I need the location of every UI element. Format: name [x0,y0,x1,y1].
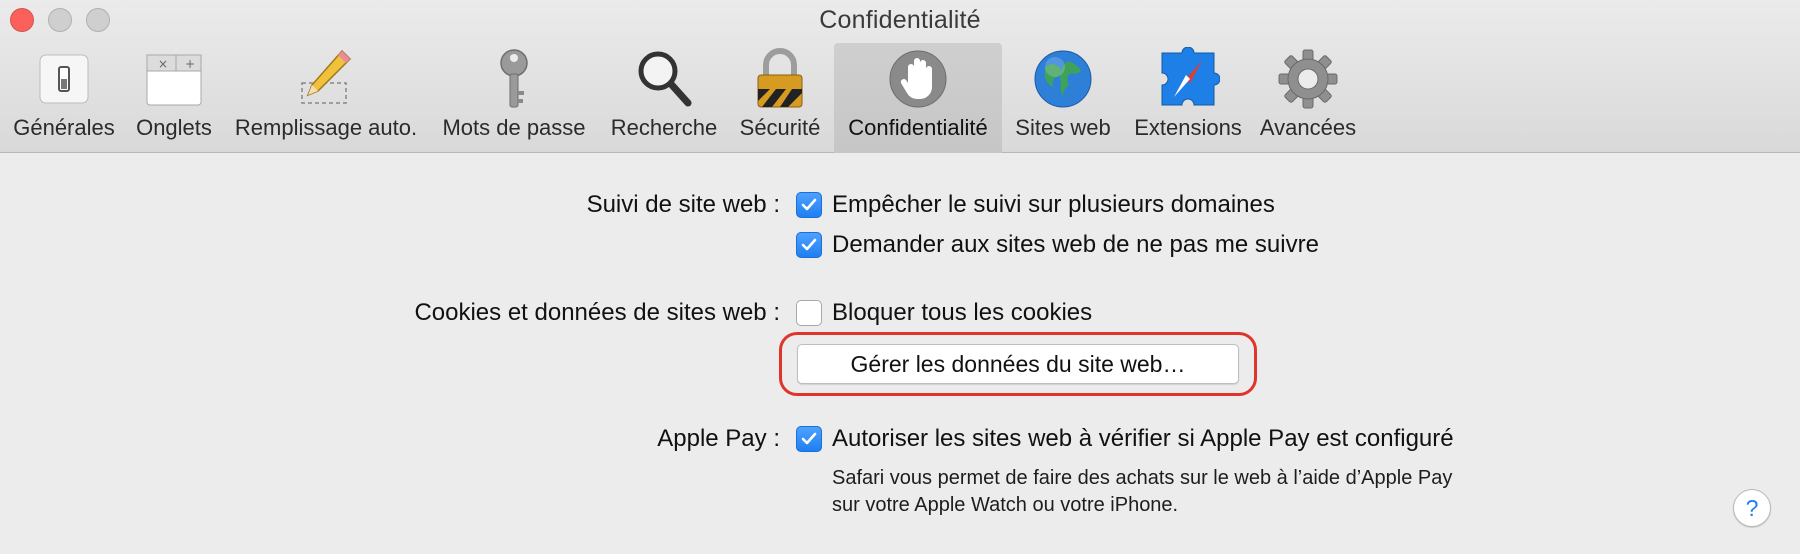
tab-mots-de-passe[interactable]: Mots de passe [434,43,594,153]
tab-securite[interactable]: Sécurité [728,43,832,153]
manage-website-data-button[interactable]: Gérer les données du site web… [797,344,1239,384]
do-not-track-label[interactable]: Demander aux sites web de ne pas me suiv… [832,231,1319,259]
svg-text:×: × [158,57,168,71]
switch-icon [39,54,89,104]
block-all-cookies-label[interactable]: Bloquer tous les cookies [832,299,1092,327]
svg-text:+: + [185,57,195,71]
prevent-cross-site-tracking-checkbox[interactable] [796,192,822,218]
tracking-label: Suivi de site web : [586,191,780,218]
tab-extensions[interactable]: Extensions [1124,43,1252,153]
window-toolbar: Confidentialité Générales × + Onglets Re… [0,0,1800,153]
do-not-track-checkbox[interactable] [796,232,822,258]
gear-icon [1278,49,1338,109]
globe-icon [1034,50,1092,108]
checkmark-icon [801,198,817,211]
tab-generales[interactable]: Générales [4,43,124,153]
apple-pay-description-line1: Safari vous permet de faire des achats s… [832,467,1453,489]
tabs-icon: × + [146,54,202,106]
padlock-icon [757,48,803,108]
checkmark-icon [801,238,817,251]
tab-onglets[interactable]: × + Onglets [126,43,222,153]
hand-icon [889,50,947,108]
apple-pay-check-checkbox[interactable] [796,426,822,452]
apple-pay-label: Apple Pay : [657,425,780,452]
tab-sites-web[interactable]: Sites web [1008,43,1118,153]
help-button[interactable]: ? [1733,489,1771,527]
block-all-cookies-checkbox[interactable] [796,300,822,326]
tab-remplissage-auto[interactable]: Remplissage auto. [228,43,424,153]
prevent-cross-site-tracking-label[interactable]: Empêcher le suivi sur plusieurs domaines [832,191,1275,219]
window-title: Confidentialité [819,6,981,34]
apple-pay-check-label[interactable]: Autoriser les sites web à vérifier si Ap… [832,425,1454,453]
tab-confidentialite[interactable]: Confidentialité [834,43,1002,153]
tab-recherche[interactable]: Recherche [604,43,724,153]
key-icon [500,49,528,108]
puzzle-compass-icon [1161,47,1220,106]
tab-avancees[interactable]: Avancées [1258,43,1358,153]
cookies-label: Cookies et données de sites web : [414,299,780,326]
apple-pay-description-line2: sur votre Apple Watch ou votre iPhone. [832,494,1179,516]
magnifier-icon [638,51,692,107]
checkmark-icon [801,432,817,445]
pencil-icon [301,49,352,104]
